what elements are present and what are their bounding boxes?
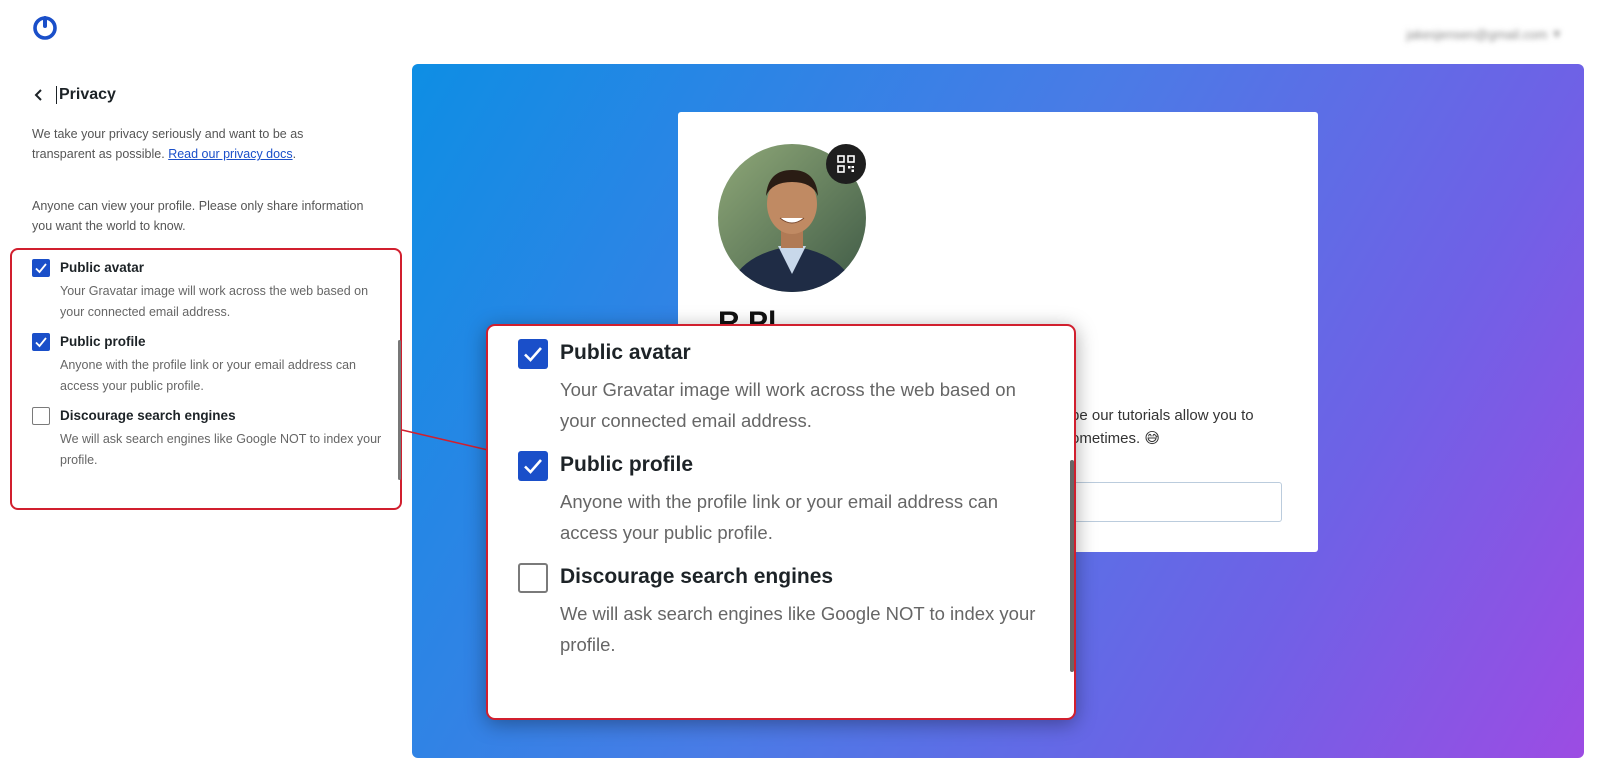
account-email: jakesjensen@gmail.com: [1406, 26, 1548, 42]
option-description: Anyone with the profile link or your ema…: [560, 491, 999, 543]
option-label: Public avatar: [60, 260, 145, 275]
option-description: Anyone with the profile link or your ema…: [60, 358, 356, 393]
qr-code-icon: [837, 155, 855, 173]
zoom-discourage-search-checkbox[interactable]: [518, 563, 548, 593]
chevron-left-icon[interactable]: [32, 88, 46, 102]
check-icon: [524, 459, 542, 474]
account-menu[interactable]: jakesjensen@gmail.com ▾: [1406, 26, 1560, 42]
privacy-intro: We take your privacy seriously and want …: [32, 124, 362, 164]
option-description: Your Gravatar image will work across the…: [560, 379, 1016, 431]
zoom-public-profile-checkbox[interactable]: [518, 451, 548, 481]
profile-about: pe our tutorials allow you to ometimes. …: [1071, 407, 1254, 447]
option-label: Public profile: [560, 453, 694, 476]
option-description: We will ask search engines like Google N…: [60, 432, 382, 467]
zoom-public-avatar-checkbox[interactable]: [518, 339, 548, 369]
option-public-avatar: Public avatar Your Gravatar image will w…: [32, 259, 382, 323]
profile-field[interactable]: [1058, 482, 1282, 522]
option-label: Discourage search engines: [60, 408, 236, 423]
option-discourage-search: Discourage search engines We will ask se…: [32, 407, 382, 471]
option-label: Public profile: [60, 334, 146, 349]
intro-period: .: [292, 147, 297, 161]
panel-scrollbar[interactable]: [398, 340, 401, 480]
zoomed-privacy-options: Public avatar Your Gravatar image will w…: [518, 338, 1038, 674]
privacy-docs-link[interactable]: Read our privacy docs: [168, 147, 292, 161]
visibility-notice: Anyone can view your profile. Please onl…: [32, 199, 364, 233]
zoom-scrollbar[interactable]: [1070, 460, 1074, 672]
privacy-options: Public avatar Your Gravatar image will w…: [32, 259, 382, 481]
option-description: We will ask search engines like Google N…: [560, 603, 1036, 655]
option-description: Your Gravatar image will work across the…: [60, 284, 369, 319]
gravatar-logo-icon[interactable]: [32, 14, 58, 40]
check-icon: [35, 263, 47, 274]
check-icon: [35, 337, 47, 348]
zoom-option-public-profile: Public profile Anyone with the profile l…: [518, 450, 1038, 548]
page-title: Privacy: [56, 86, 116, 104]
zoom-option-public-avatar: Public avatar Your Gravatar image will w…: [518, 338, 1038, 436]
zoomed-options-callout: Public avatar Your Gravatar image will w…: [486, 324, 1076, 720]
qr-code-button[interactable]: [826, 144, 866, 184]
public-avatar-checkbox[interactable]: [32, 259, 50, 277]
discourage-search-checkbox[interactable]: [32, 407, 50, 425]
public-profile-checkbox[interactable]: [32, 333, 50, 351]
option-label: Discourage search engines: [560, 565, 834, 588]
option-public-profile: Public profile Anyone with the profile l…: [32, 333, 382, 397]
option-label: Public avatar: [560, 341, 691, 364]
check-icon: [524, 347, 542, 362]
chevron-down-icon: ▾: [1553, 26, 1560, 41]
zoom-option-discourage-search: Discourage search engines We will ask se…: [518, 562, 1038, 660]
